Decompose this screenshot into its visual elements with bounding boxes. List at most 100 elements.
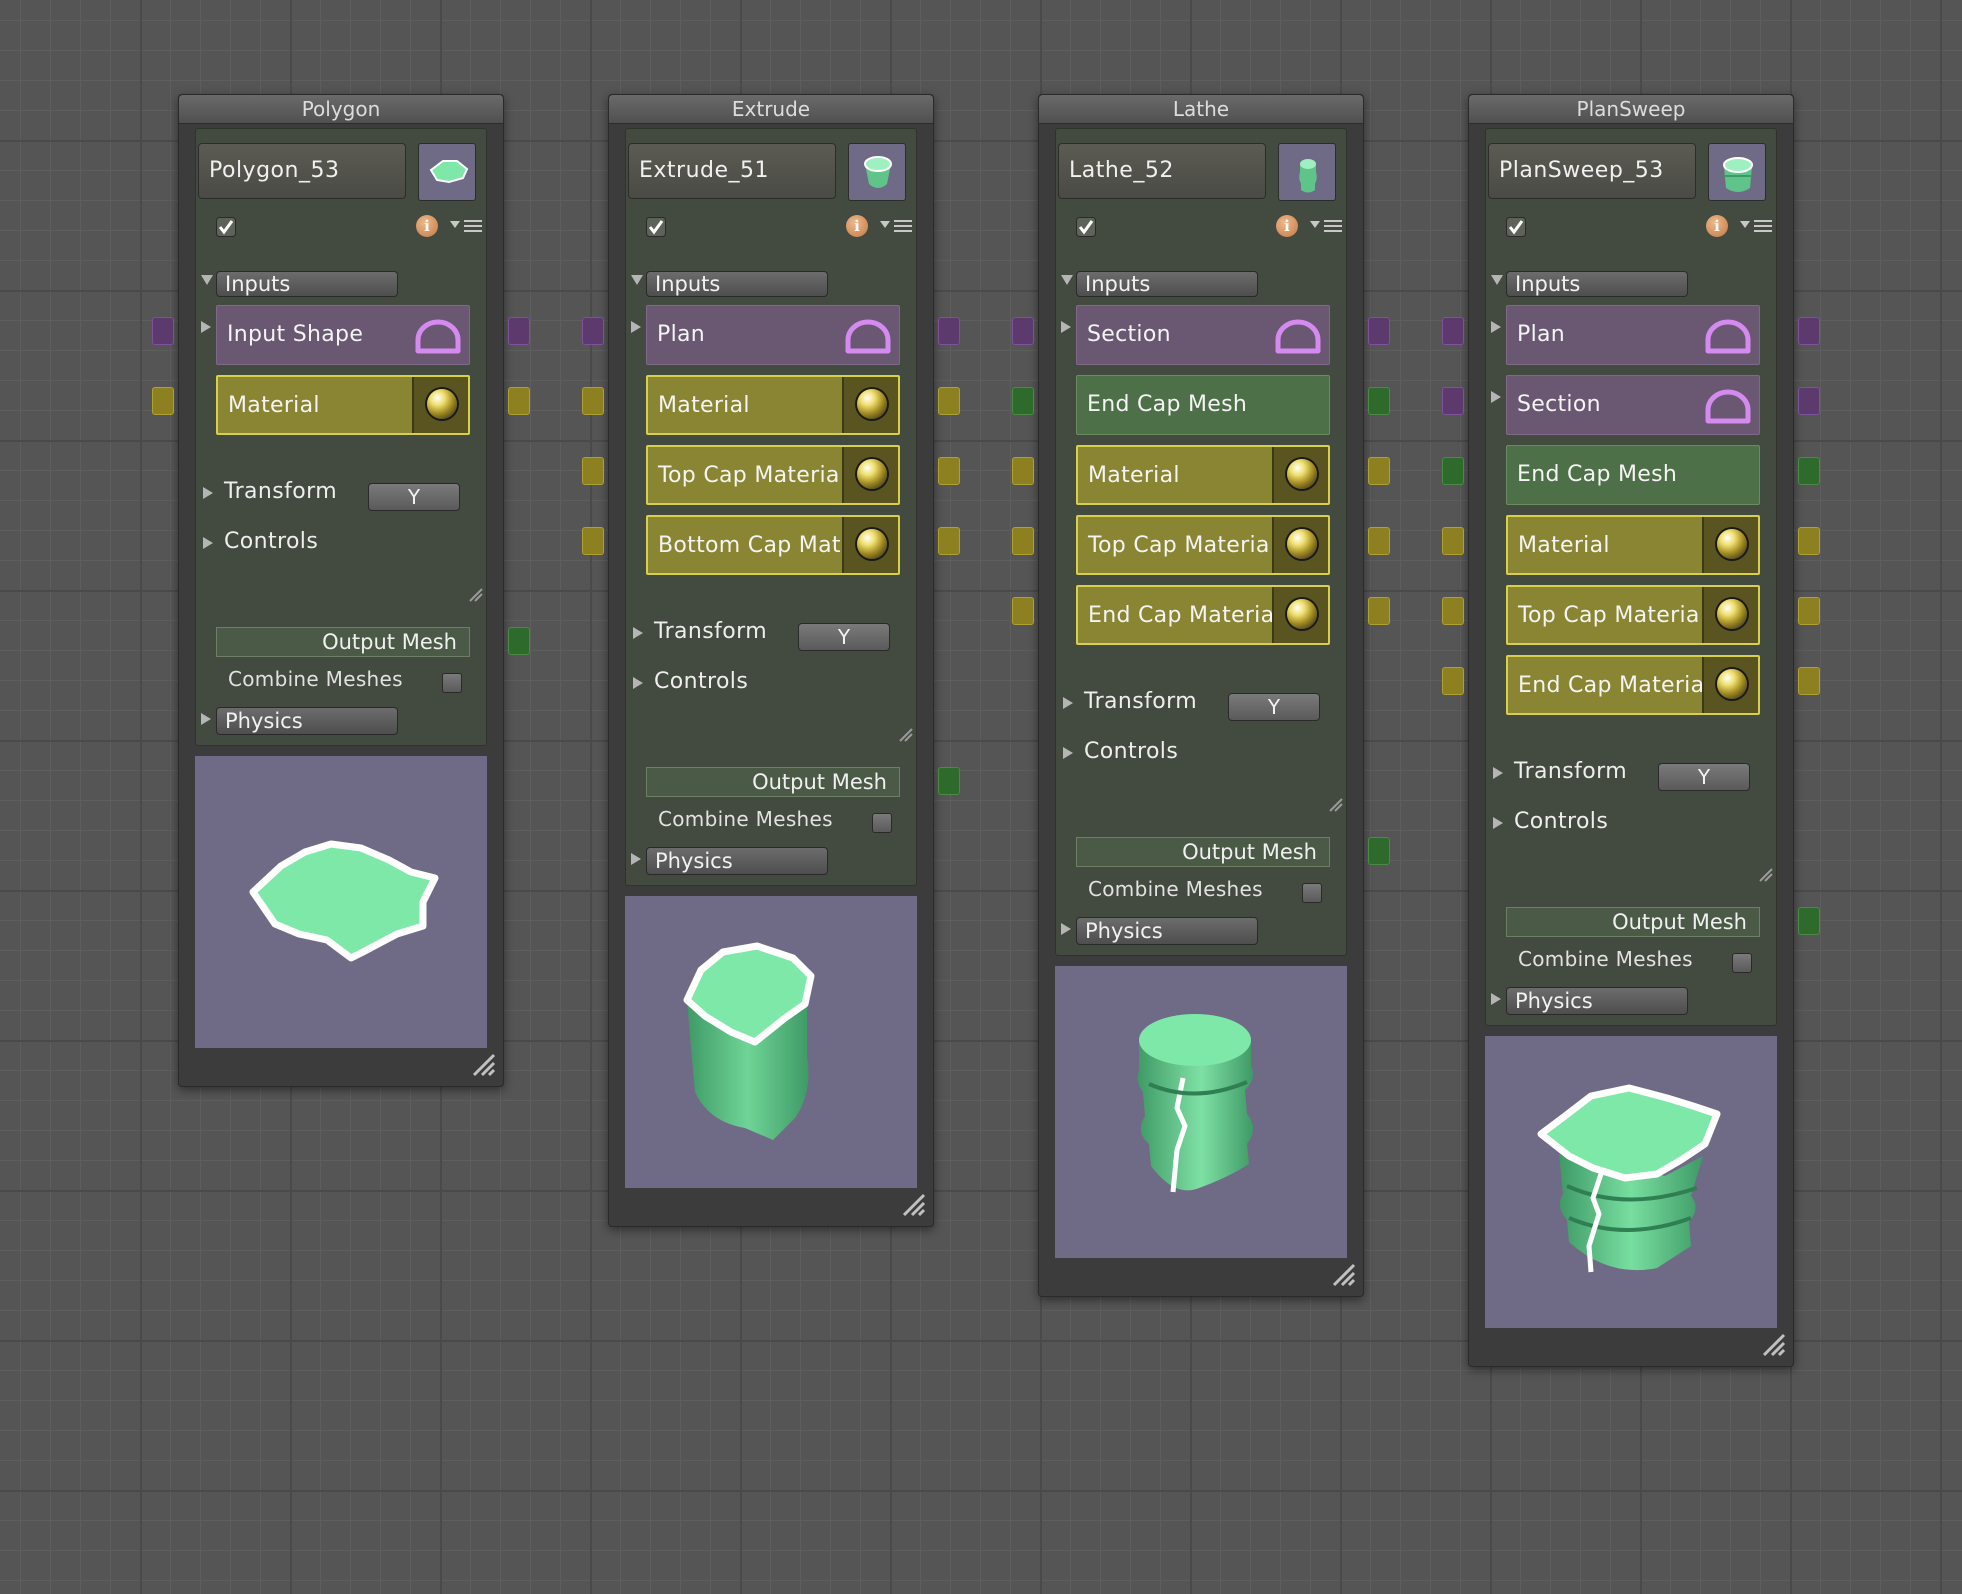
inputs-section-header[interactable]: Inputs [1056, 255, 1346, 299]
enabled-checkbox[interactable] [646, 217, 666, 237]
input-socket[interactable] [1442, 597, 1464, 625]
resize-corner-icon[interactable] [1761, 1332, 1787, 1362]
output-socket[interactable] [1368, 597, 1390, 625]
expand-triangle-icon[interactable] [1492, 765, 1504, 784]
inputs-foldout[interactable]: Inputs [1506, 271, 1688, 297]
output-socket[interactable] [1368, 387, 1390, 415]
enabled-checkbox[interactable] [1076, 217, 1096, 237]
resize-handle-icon[interactable] [1758, 867, 1774, 887]
expand-triangle-icon[interactable] [1490, 271, 1504, 290]
axis-button[interactable]: Y [1658, 763, 1750, 791]
input-socket[interactable] [1012, 457, 1034, 485]
input-port-shape[interactable]: Plan [646, 305, 900, 365]
input-socket[interactable] [1012, 317, 1034, 345]
material-picker-button[interactable] [842, 377, 898, 433]
output-socket[interactable] [1798, 597, 1820, 625]
input-socket[interactable] [582, 387, 604, 415]
input-port-shape[interactable]: Input Shape [216, 305, 470, 365]
input-port-material[interactable]: Material [1506, 515, 1760, 575]
options-menu-icon[interactable] [1738, 217, 1774, 235]
resize-corner-icon[interactable] [1331, 1262, 1357, 1292]
output-socket[interactable] [1798, 527, 1820, 555]
node-preview-icon[interactable] [848, 143, 906, 201]
material-picker-button[interactable] [1272, 447, 1328, 503]
node-name-field[interactable]: Polygon_53 [198, 143, 406, 199]
output-mesh-port[interactable]: Output Mesh [216, 627, 470, 657]
output-socket[interactable] [1798, 667, 1820, 695]
enabled-checkbox[interactable] [216, 217, 236, 237]
output-mesh-port[interactable]: Output Mesh [1506, 907, 1760, 937]
input-port-material[interactable]: Top Cap Materia [646, 445, 900, 505]
physics-section-header[interactable]: Physics [196, 701, 486, 745]
input-port-material[interactable]: Material [1076, 445, 1330, 505]
node-title[interactable]: Lathe [1039, 95, 1363, 124]
expand-triangle-icon[interactable] [1062, 695, 1074, 714]
expand-triangle-icon[interactable] [200, 711, 212, 730]
mesh-preview[interactable] [1485, 1036, 1777, 1328]
resize-handle-icon[interactable] [898, 727, 914, 747]
material-picker-button[interactable] [1272, 587, 1328, 643]
expand-triangle-icon[interactable] [630, 271, 644, 290]
output-socket[interactable] [1368, 317, 1390, 345]
node-preview-icon[interactable] [418, 143, 476, 201]
expand-triangle-icon[interactable] [1060, 921, 1072, 940]
inputs-section-header[interactable]: Inputs [1486, 255, 1776, 299]
inputs-foldout[interactable]: Inputs [1076, 271, 1258, 297]
material-picker-button[interactable] [842, 517, 898, 573]
input-port-mesh[interactable]: End Cap Mesh [1076, 375, 1330, 435]
transform-foldout[interactable]: Transform Y [196, 469, 486, 519]
output-socket[interactable] [938, 457, 960, 485]
output-mesh-socket[interactable] [1798, 907, 1820, 935]
options-menu-icon[interactable] [448, 217, 484, 235]
output-socket[interactable] [508, 317, 530, 345]
input-socket[interactable] [582, 317, 604, 345]
info-icon[interactable]: i [846, 215, 868, 237]
input-socket[interactable] [582, 457, 604, 485]
input-port-material[interactable]: Material [216, 375, 470, 435]
resize-corner-icon[interactable] [471, 1052, 497, 1082]
expand-triangle-icon[interactable] [1060, 271, 1074, 290]
controls-foldout[interactable]: Controls [1486, 799, 1776, 849]
input-port-material[interactable]: End Cap Materia [1076, 585, 1330, 645]
expand-triangle-icon[interactable] [202, 485, 214, 504]
material-picker-button[interactable] [842, 447, 898, 503]
combine-meshes-checkbox[interactable] [442, 673, 462, 693]
input-port-shape[interactable]: Plan [1506, 305, 1760, 365]
combine-meshes-checkbox[interactable] [1732, 953, 1752, 973]
inputs-section-header[interactable]: Inputs [196, 255, 486, 299]
input-socket[interactable] [1442, 527, 1464, 555]
physics-section-header[interactable]: Physics [1056, 911, 1346, 955]
input-port-material[interactable]: Top Cap Materia [1076, 515, 1330, 575]
input-port-shape[interactable]: Section [1076, 305, 1330, 365]
material-picker-button[interactable] [1702, 517, 1758, 573]
input-socket[interactable] [1442, 387, 1464, 415]
output-mesh-socket[interactable] [938, 767, 960, 795]
output-socket[interactable] [1368, 527, 1390, 555]
output-socket[interactable] [1798, 457, 1820, 485]
input-port-shape[interactable]: Section [1506, 375, 1760, 435]
expand-triangle-icon[interactable] [1062, 745, 1074, 764]
physics-section-header[interactable]: Physics [1486, 981, 1776, 1025]
resize-handle-icon[interactable] [468, 587, 484, 607]
input-socket[interactable] [1442, 457, 1464, 485]
axis-button[interactable]: Y [798, 623, 890, 651]
mesh-preview[interactable] [1055, 966, 1347, 1258]
output-socket[interactable] [938, 387, 960, 415]
info-icon[interactable]: i [1276, 215, 1298, 237]
mesh-preview[interactable] [195, 756, 487, 1048]
input-socket[interactable] [1012, 527, 1034, 555]
node-panel-plansweep[interactable]: PlanSweep PlanSweep_53 i Inputs Plan Section E… [1442, 94, 1820, 1367]
node-title[interactable]: Extrude [609, 95, 933, 124]
transform-foldout[interactable]: Transform Y [1486, 749, 1776, 799]
material-picker-button[interactable] [1272, 517, 1328, 573]
input-port-material[interactable]: Top Cap Materia [1506, 585, 1760, 645]
expand-triangle-icon[interactable] [200, 271, 214, 290]
node-preview-icon[interactable] [1708, 143, 1766, 201]
expand-triangle-icon[interactable] [202, 535, 214, 554]
inputs-foldout[interactable]: Inputs [216, 271, 398, 297]
mesh-preview[interactable] [625, 896, 917, 1188]
controls-foldout[interactable]: Controls [196, 519, 486, 569]
node-panel-polygon[interactable]: Polygon Polygon_53 i Inputs Input Shape Mater… [152, 94, 530, 1087]
output-socket[interactable] [508, 387, 530, 415]
node-panel-extrude[interactable]: Extrude Extrude_51 i Inputs Plan Material Top … [582, 94, 960, 1227]
